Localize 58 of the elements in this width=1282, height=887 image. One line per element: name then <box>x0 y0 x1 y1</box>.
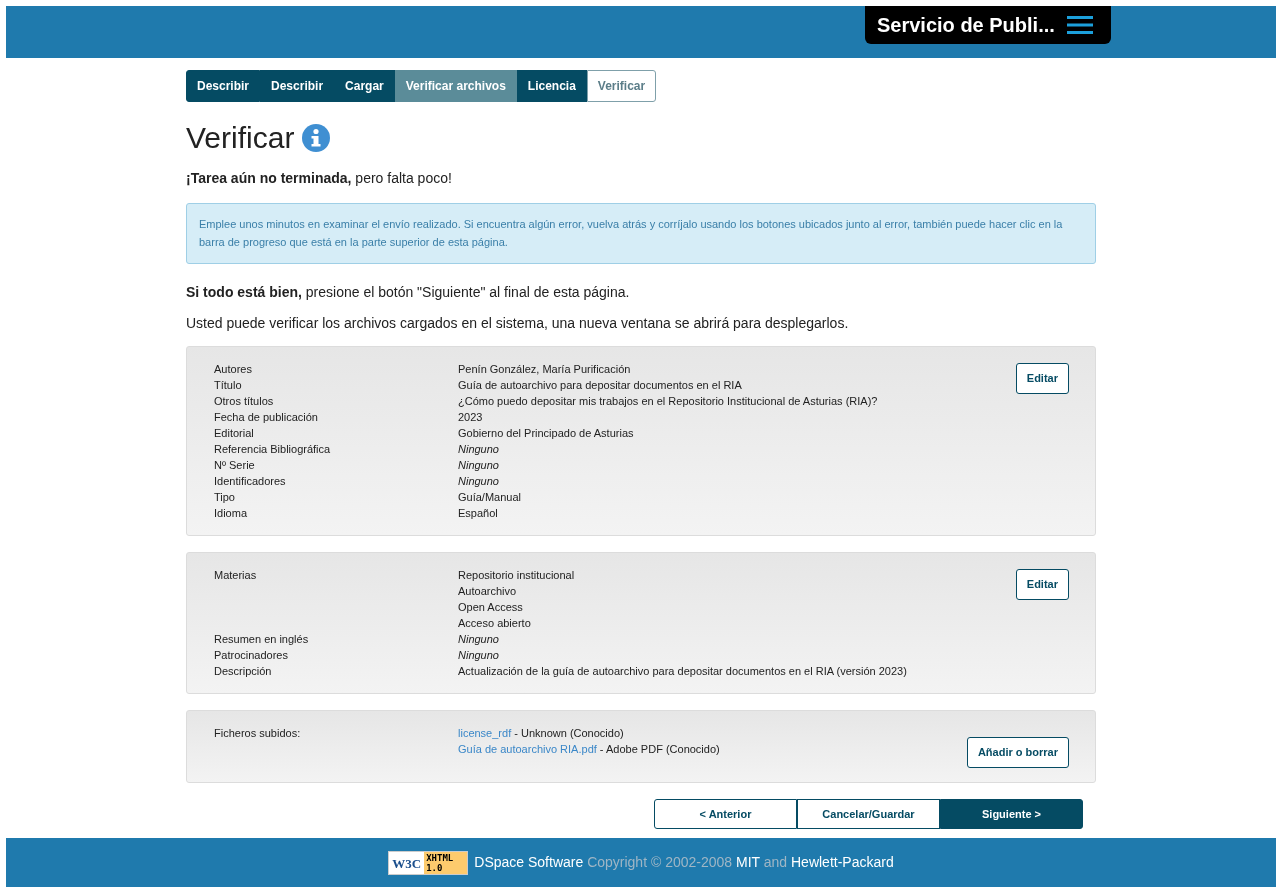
file-entry: license_rdf - Unknown (Conocido) <box>458 726 625 742</box>
footer-link[interactable]: MIT <box>736 854 760 870</box>
field-value: Autoarchivo <box>458 584 518 600</box>
field-value: Ninguno <box>458 632 500 648</box>
field-label: Referencia Bibliográfica <box>214 442 332 458</box>
field-value: Ninguno <box>458 442 500 458</box>
field-label: Resumen en inglés <box>214 632 310 648</box>
field-value: Ninguno <box>458 458 500 474</box>
nav-button[interactable]: < Anterior <box>654 798 797 830</box>
field-label: Otros títulos <box>214 394 275 410</box>
field-label: Patrocinadores <box>214 648 289 664</box>
progress-step[interactable]: Cargar <box>334 70 395 102</box>
field-label: Descripción <box>214 664 273 680</box>
field-value: Ninguno <box>458 474 500 490</box>
field-value: Gobierno del Principado de Asturias <box>458 426 635 442</box>
field-value: Repositorio institucional <box>458 568 576 584</box>
info-icon[interactable] <box>302 124 331 152</box>
field-label: Título <box>214 378 243 394</box>
edit-button[interactable]: Editar <box>1015 363 1069 394</box>
field-label: Idioma <box>214 506 249 522</box>
progress-step[interactable]: Describir <box>186 70 261 102</box>
copyright-text: DSpace Software Copyright © 2002-2008 MIT and Hewlett-Packard <box>474 853 894 872</box>
field-value: Acceso abierto <box>458 616 532 632</box>
add-remove-button[interactable]: Añadir o borrar <box>966 737 1069 768</box>
instruction-text: Si todo está bien, presione el botón "Siguiente" al final de esta página. <box>186 283 631 303</box>
site-title[interactable]: Servicio de Publi... <box>877 10 1055 40</box>
nav-button[interactable]: Siguiente > <box>940 798 1083 830</box>
progress-step[interactable]: Licencia <box>516 70 587 102</box>
field-label: Fecha de publicación <box>214 410 319 426</box>
footer-link[interactable]: Hewlett-Packard <box>791 854 894 870</box>
field-value: Penín González, María Purificación <box>458 362 632 378</box>
field-value: Open Access <box>458 600 524 616</box>
menu-icon[interactable] <box>1066 16 1093 34</box>
footer-link[interactable]: DSpace Software <box>474 854 584 870</box>
instruction-text: Usted puede verificar los archivos cargados en el sistema, una nueva ventana se abrirá para desplegarlos. <box>186 314 850 334</box>
page-title: Verificar <box>186 120 295 156</box>
info-alert: Emplee unos minutos en examinar el envío realizado. Si encuentra algún error, vuelva atrás y corríjalo usando los botones ubicados junto al error, también puede hacer clic en la barra de progreso que está en la parte superior de esta página. <box>186 203 1096 265</box>
field-value: Guía de autoarchivo para depositar documentos en el RIA <box>458 378 743 394</box>
progress-step[interactable]: Describir <box>260 70 335 102</box>
field-value: Guía/Manual <box>458 490 522 506</box>
field-label: Nº Serie <box>214 458 256 474</box>
field-label: Editorial <box>214 426 255 442</box>
progress-step[interactable]: Verificar <box>586 70 657 102</box>
field-label: Tipo <box>214 490 236 506</box>
edit-button[interactable]: Editar <box>1015 569 1069 600</box>
field-value: Español <box>458 506 499 522</box>
field-label: Autores <box>214 362 253 378</box>
file-entry: Guía de autoarchivo RIA.pdf - Adobe PDF (Conocido) <box>458 742 721 758</box>
field-value: Actualización de la guía de autoarchivo para depositar documentos en el RIA (versión 2023) <box>458 664 908 680</box>
status-message: ¡Tarea aún no terminada, pero falta poco! <box>186 169 453 188</box>
field-value: 2023 <box>458 410 484 426</box>
nav-button[interactable]: Cancelar/Guardar <box>797 798 940 830</box>
field-value: Ninguno <box>458 648 500 664</box>
field-label: Ficheros subidos: <box>214 726 302 742</box>
field-label: Identificadores <box>214 474 287 490</box>
field-label: Materias <box>214 568 258 584</box>
field-value: ¿Cómo puedo depositar mis trabajos en el Repositorio Institucional de Asturias (RIA)? <box>458 394 879 410</box>
progress-step[interactable]: Verificar archivos <box>394 70 517 102</box>
